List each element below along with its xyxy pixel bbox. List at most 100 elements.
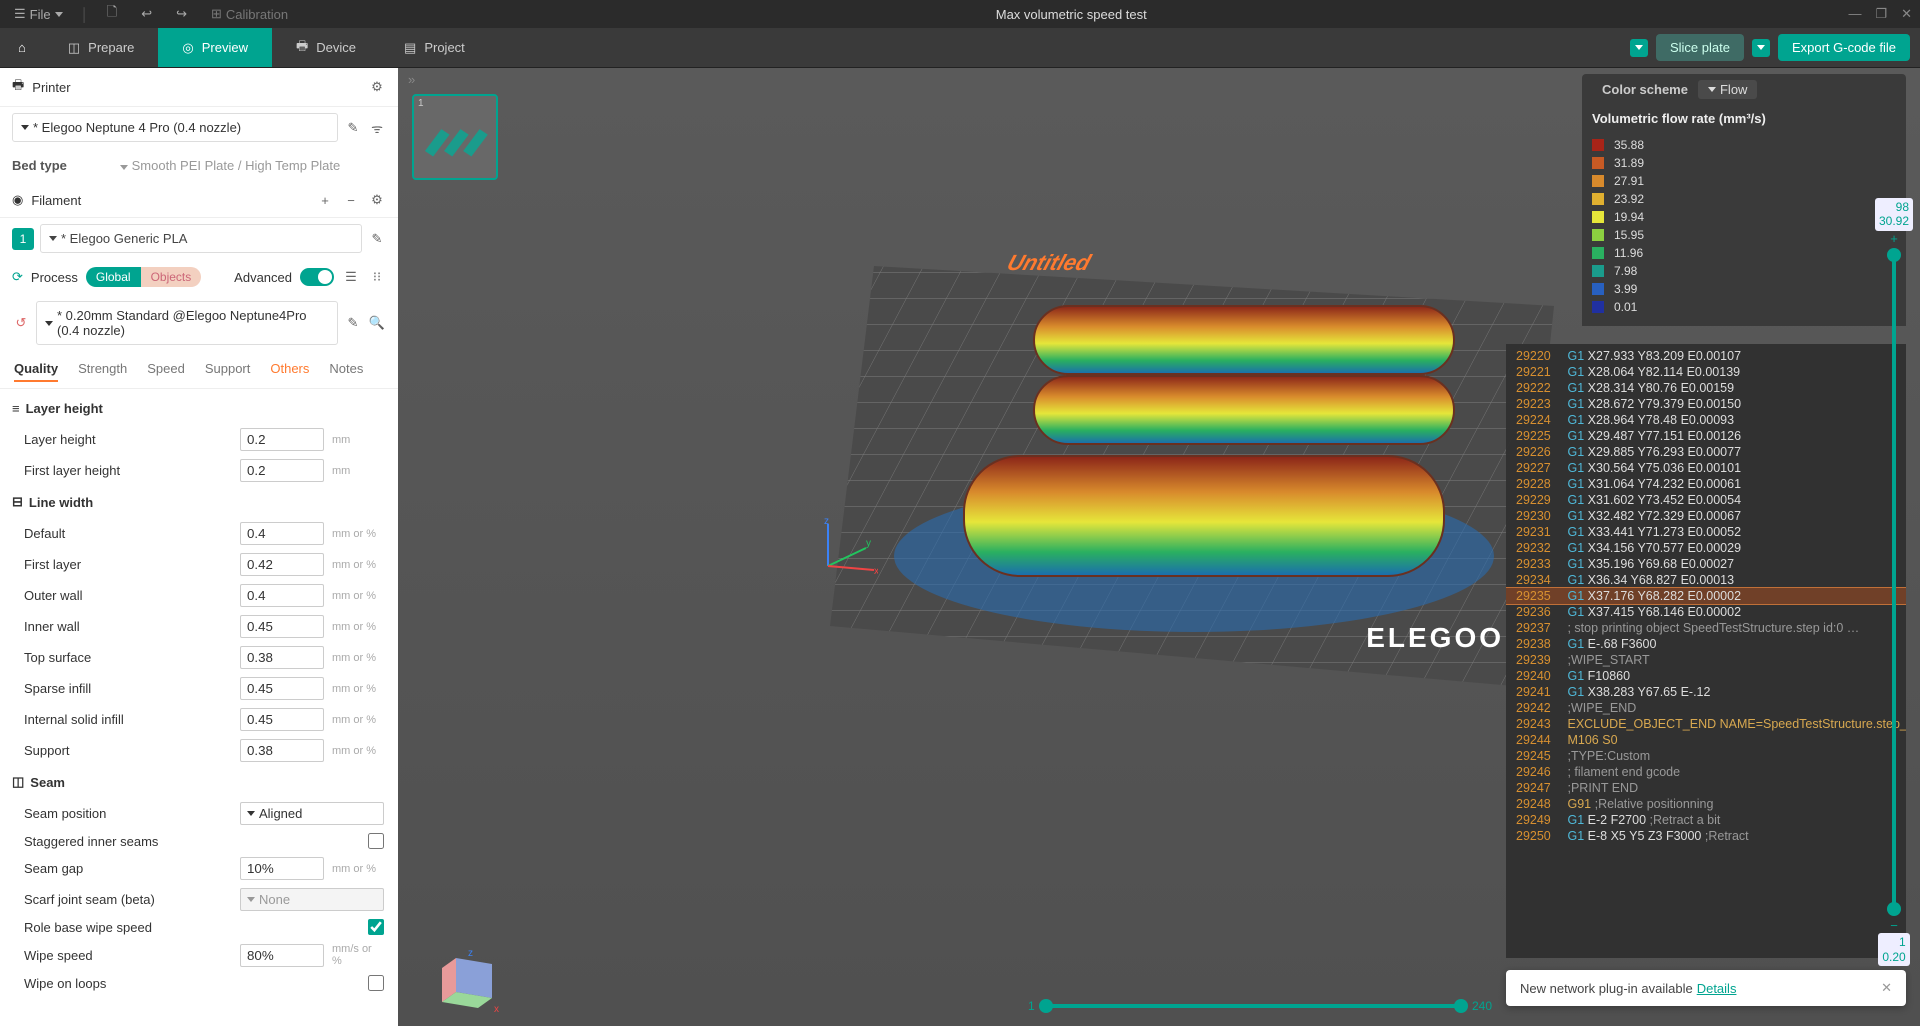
param-lw_support-input[interactable] — [240, 739, 324, 762]
gcode-line[interactable]: 29242 ;WIPE_END — [1506, 700, 1906, 716]
notif-close-icon[interactable]: ✕ — [1881, 980, 1892, 996]
param-lw_first-input[interactable] — [240, 553, 324, 576]
search-icon[interactable]: 🔍 — [368, 314, 386, 332]
view-cube[interactable]: x z — [436, 946, 506, 1016]
scarf-select[interactable]: None — [240, 888, 384, 911]
gcode-line[interactable]: 29223 G1 X28.672 Y79.379 E0.00150 — [1506, 396, 1906, 412]
save-icon[interactable]: 🗋 — [101, 0, 123, 29]
gcode-line[interactable]: 29243 EXCLUDE_OBJECT_END NAME=SpeedTestS… — [1506, 716, 1906, 732]
gcode-line[interactable]: 29232 G1 X34.156 Y70.577 E0.00029 — [1506, 540, 1906, 556]
undo-icon[interactable]: ↩ — [135, 2, 158, 26]
gcode-line[interactable]: 29241 G1 X38.283 Y67.65 E-.12 — [1506, 684, 1906, 700]
staggered-checkbox[interactable] — [368, 833, 384, 849]
tab-support[interactable]: Support — [205, 357, 251, 382]
param-lw_outer-input[interactable] — [240, 584, 324, 607]
nav-preview[interactable]: ◎Preview — [158, 28, 272, 67]
edit-icon[interactable]: ✎ — [368, 230, 386, 248]
param-first_layer_height-input[interactable] — [240, 459, 324, 482]
gcode-line[interactable]: 29247 ;PRINT END — [1506, 780, 1906, 796]
reset-icon[interactable]: ↺ — [12, 314, 30, 332]
nav-project[interactable]: ▤Project — [380, 28, 489, 67]
rolewipe-checkbox[interactable] — [368, 919, 384, 935]
advanced-switch[interactable] — [300, 268, 334, 286]
gcode-line[interactable]: 29250 G1 E-8 X5 Y5 Z3 F3000 ;Retract — [1506, 828, 1906, 844]
filament-select[interactable]: * Elegoo Generic PLA — [40, 224, 362, 253]
gcode-line[interactable]: 29235 G1 X37.176 Y68.282 E0.00002 — [1506, 588, 1906, 604]
bedtype-select[interactable]: Smooth PEI Plate / High Temp Plate — [112, 154, 386, 177]
redo-icon[interactable]: ↪ — [170, 2, 193, 26]
gcode-line[interactable]: 29233 G1 X35.196 Y69.68 E0.00027 — [1506, 556, 1906, 572]
gcode-line[interactable]: 29229 G1 X31.602 Y73.452 E0.00054 — [1506, 492, 1906, 508]
minus-icon[interactable]: − — [342, 191, 360, 209]
close-icon[interactable]: ✕ — [1901, 6, 1912, 22]
nav-device[interactable]: 🖶Device — [272, 28, 380, 67]
param-layer_height-input[interactable] — [240, 428, 324, 451]
param-lw_default-input[interactable] — [240, 522, 324, 545]
gcode-line[interactable]: 29230 G1 X32.482 Y72.329 E0.00067 — [1506, 508, 1906, 524]
gcode-line[interactable]: 29239 ;WIPE_START — [1506, 652, 1906, 668]
seam-position-select[interactable]: Aligned — [240, 802, 384, 825]
notif-details-link[interactable]: Details — [1697, 981, 1737, 996]
wipeloops-checkbox[interactable] — [368, 975, 384, 991]
gcode-line[interactable]: 29246 ; filament end gcode — [1506, 764, 1906, 780]
param-seam_gap-input[interactable] — [240, 857, 324, 880]
tab-quality[interactable]: Quality — [14, 357, 58, 382]
gcode-line[interactable]: 29221 G1 X28.064 Y82.114 E0.00139 — [1506, 364, 1906, 380]
gcode-line[interactable]: 29231 G1 X33.441 Y71.273 E0.00052 — [1506, 524, 1906, 540]
nav-home[interactable]: ⌂ — [0, 28, 44, 67]
wifi-icon[interactable]: ᯤ — [368, 119, 386, 137]
plate-thumbnail[interactable]: 1 — [412, 94, 498, 180]
colorscheme-select[interactable]: Flow — [1698, 80, 1757, 99]
slice-dropdown[interactable] — [1630, 39, 1648, 57]
gcode-line[interactable]: 29240 G1 F10860 — [1506, 668, 1906, 684]
param-wipe_speed-input[interactable] — [240, 944, 324, 967]
gear-icon[interactable]: ⚙ — [368, 78, 386, 96]
3d-viewport[interactable]: » 1 Untitled — [398, 68, 1920, 1026]
plus-icon[interactable]: + — [316, 191, 334, 209]
gcode-line[interactable]: 29237 ; stop printing object SpeedTestSt… — [1506, 620, 1906, 636]
vertical-slider[interactable]: 9830.92 + − 10.20 — [1872, 198, 1916, 966]
nav-prepare[interactable]: ◫Prepare — [44, 28, 159, 67]
tab-speed[interactable]: Speed — [147, 357, 185, 382]
export-dropdown[interactable] — [1752, 39, 1770, 57]
minus-icon[interactable]: − — [1890, 918, 1898, 933]
gcode-line[interactable]: 29238 G1 E-.68 F3600 — [1506, 636, 1906, 652]
tab-notes[interactable]: Notes — [329, 357, 363, 382]
process-profile-select[interactable]: * 0.20mm Standard @Elegoo Neptune4Pro (0… — [36, 301, 338, 345]
slice-plate-button[interactable]: Slice plate — [1656, 34, 1744, 61]
global-objects-toggle[interactable]: Global Objects — [86, 267, 201, 287]
eject-icon[interactable]: » — [408, 72, 415, 87]
gcode-line[interactable]: 29220 G1 X27.933 Y83.209 E0.00107 — [1506, 348, 1906, 364]
plus-icon[interactable]: + — [1890, 231, 1898, 246]
gcode-line[interactable]: 29245 ;TYPE:Custom — [1506, 748, 1906, 764]
gcode-line[interactable]: 29225 G1 X29.487 Y77.151 E0.00126 — [1506, 428, 1906, 444]
gcode-line[interactable]: 29222 G1 X28.314 Y80.76 E0.00159 — [1506, 380, 1906, 396]
menu-calibration[interactable]: ⊞ Calibration — [205, 2, 294, 26]
gcode-line[interactable]: 29234 G1 X36.34 Y68.827 E0.00013 — [1506, 572, 1906, 588]
gcode-line[interactable]: 29228 G1 X31.064 Y74.232 E0.00061 — [1506, 476, 1906, 492]
edit-icon[interactable]: ✎ — [344, 314, 362, 332]
gcode-line[interactable]: 29227 G1 X30.564 Y75.036 E0.00101 — [1506, 460, 1906, 476]
gcode-line[interactable]: 29248 G91 ;Relative positionning — [1506, 796, 1906, 812]
tab-strength[interactable]: Strength — [78, 357, 127, 382]
filament-swatch[interactable]: 1 — [12, 228, 34, 250]
param-lw_top-input[interactable] — [240, 646, 324, 669]
tab-others[interactable]: Others — [270, 357, 309, 382]
horizontal-slider[interactable]: 1 240 — [1020, 996, 1500, 1016]
gear-icon[interactable]: ⚙ — [368, 191, 386, 209]
export-gcode-button[interactable]: Export G-code file — [1778, 34, 1910, 61]
param-lw_solid-input[interactable] — [240, 708, 324, 731]
menu-file[interactable]: ☰ File — [8, 2, 69, 26]
settings-icon[interactable]: ⁝⁝ — [368, 268, 386, 286]
list-icon[interactable]: ☰ — [342, 268, 360, 286]
printer-select[interactable]: * Elegoo Neptune 4 Pro (0.4 nozzle) — [12, 113, 338, 142]
gcode-line[interactable]: 29249 G1 E-2 F2700 ;Retract a bit — [1506, 812, 1906, 828]
gcode-line[interactable]: 29226 G1 X29.885 Y76.293 E0.00077 — [1506, 444, 1906, 460]
minimize-icon[interactable]: — — [1848, 6, 1861, 22]
params-scroll[interactable]: ≡Layer height Layer height mm First laye… — [0, 389, 398, 1026]
edit-icon[interactable]: ✎ — [344, 119, 362, 137]
gcode-line[interactable]: 29224 G1 X28.964 Y78.48 E0.00093 — [1506, 412, 1906, 428]
param-lw_sparse-input[interactable] — [240, 677, 324, 700]
param-lw_inner-input[interactable] — [240, 615, 324, 638]
gcode-line[interactable]: 29236 G1 X37.415 Y68.146 E0.00002 — [1506, 604, 1906, 620]
